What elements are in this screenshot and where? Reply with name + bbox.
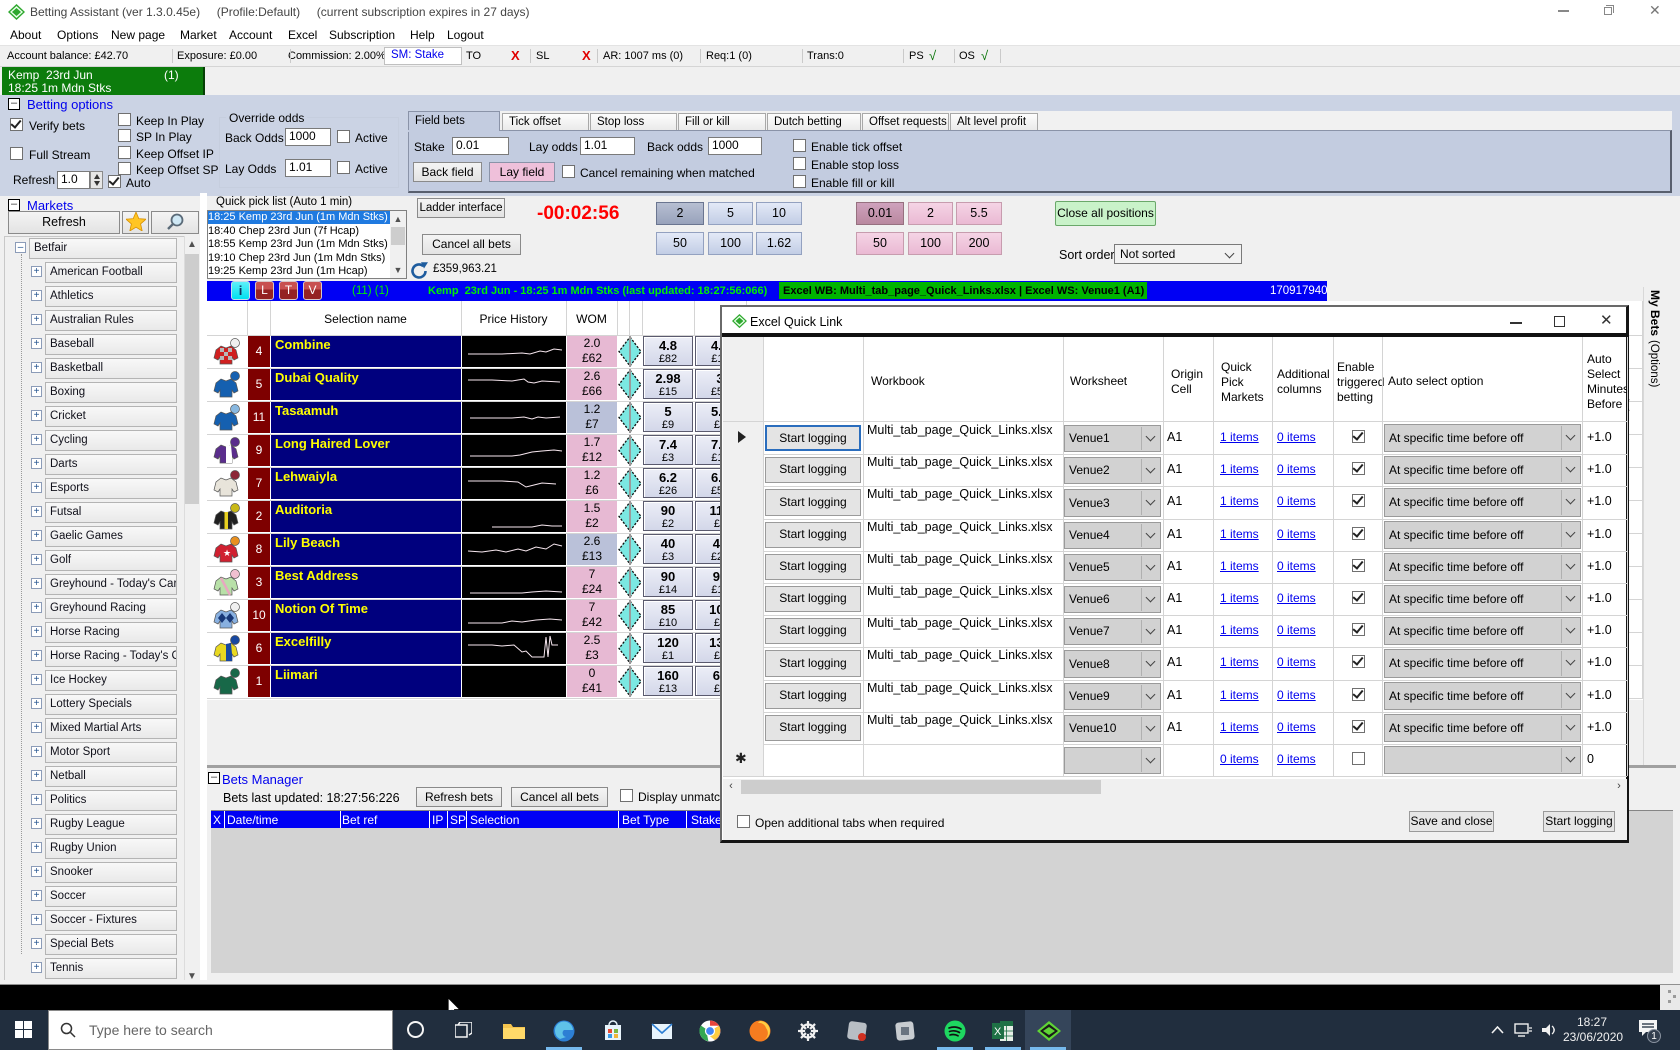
svg-text:X: X xyxy=(994,1026,1002,1038)
svg-text:★: ★ xyxy=(223,548,231,558)
